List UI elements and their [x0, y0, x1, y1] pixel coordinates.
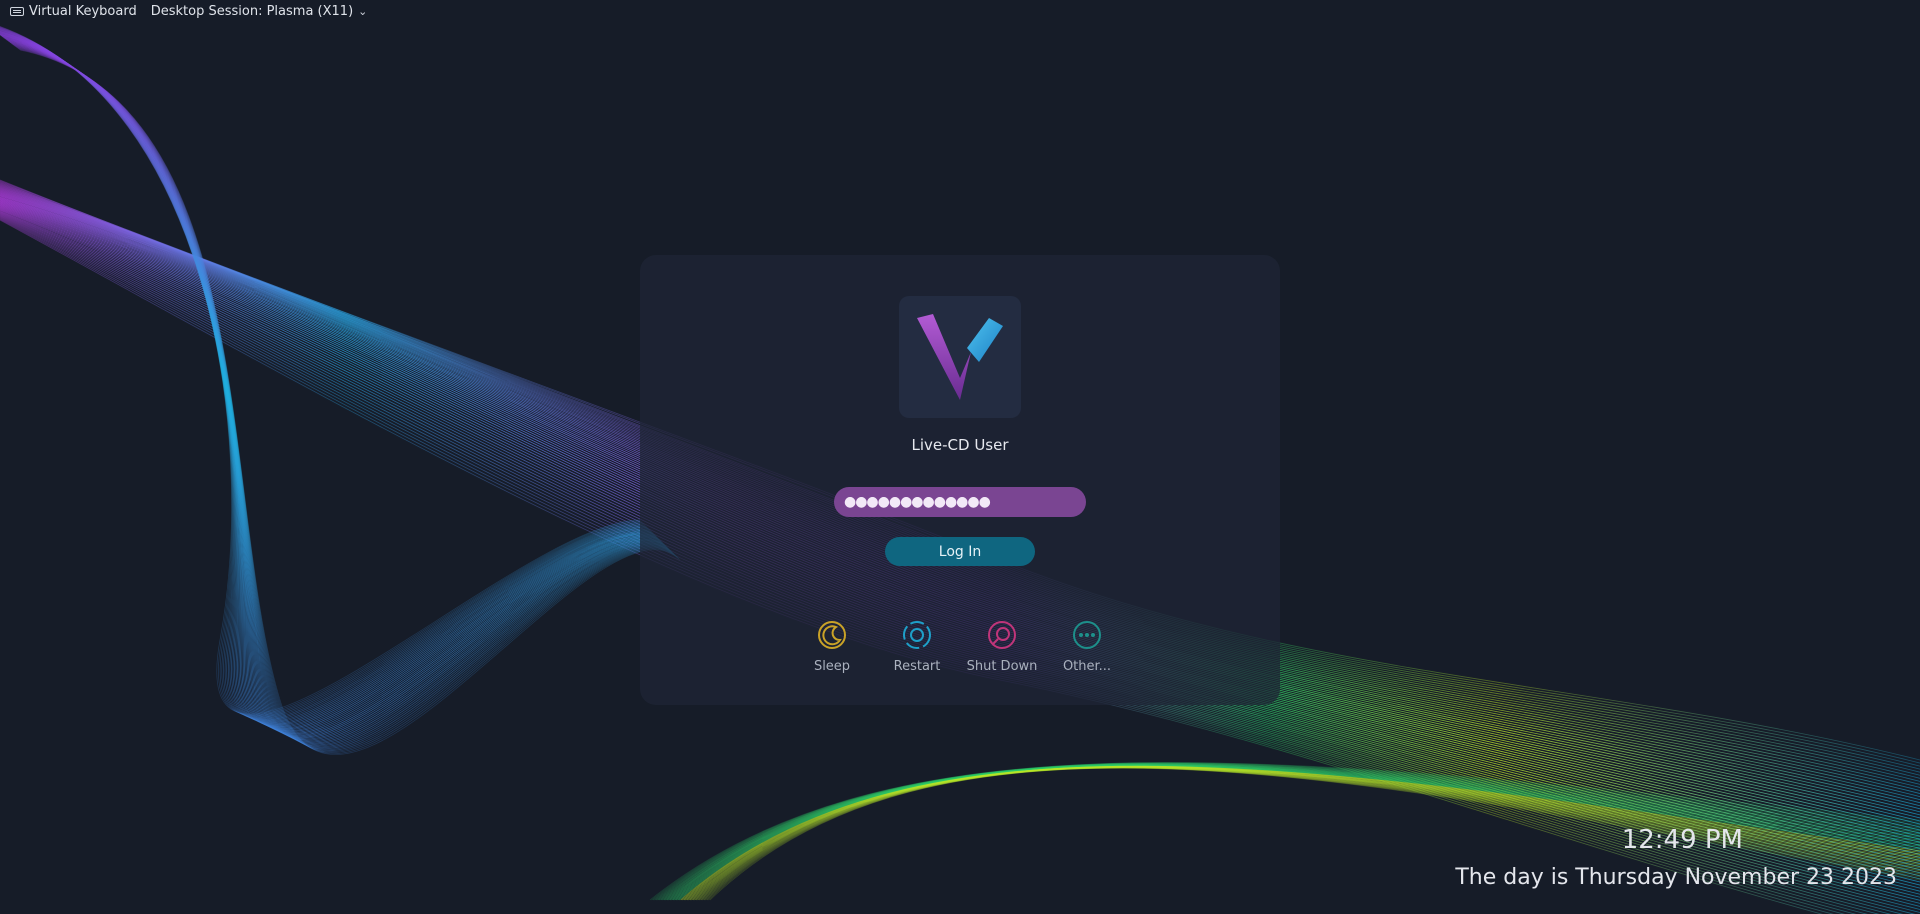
top-bar: Virtual Keyboard Desktop Session: Plasma…: [10, 2, 381, 20]
sleep-button[interactable]: Sleep: [792, 619, 872, 674]
sleep-icon: [818, 621, 846, 649]
shutdown-icon: [988, 621, 1016, 649]
more-icon: [1073, 621, 1101, 649]
restart-icon: [903, 621, 931, 649]
virtual-keyboard-button[interactable]: Virtual Keyboard: [10, 4, 137, 19]
sleep-label: Sleep: [813, 659, 851, 674]
chevron-down-icon: ⌄: [358, 4, 368, 18]
restart-label: Restart: [893, 659, 941, 674]
v-logo-icon: [917, 314, 1003, 400]
shutdown-label: Shut Down: [966, 659, 1038, 674]
password-field[interactable]: ●●●●●●●●●●●●●: [834, 487, 1086, 517]
keyboard-icon: [10, 6, 24, 16]
username: Live-CD User: [911, 436, 1009, 454]
shutdown-button[interactable]: Shut Down: [962, 619, 1042, 674]
other-button[interactable]: Other...: [1047, 619, 1127, 674]
restart-button[interactable]: Restart: [877, 619, 957, 674]
virtual-keyboard-label: Virtual Keyboard: [29, 3, 137, 19]
login-button[interactable]: Log In: [885, 537, 1035, 566]
clock-time: 12:49 PM: [1621, 825, 1743, 855]
clock-date: The day is Thursday November 23 2023: [1455, 865, 1897, 890]
user-avatar[interactable]: [899, 296, 1021, 418]
session-selector[interactable]: Desktop Session: Plasma (X11) ⌄: [151, 4, 368, 19]
session-label: Desktop Session: Plasma (X11): [150, 3, 354, 19]
other-label: Other...: [1062, 659, 1112, 674]
